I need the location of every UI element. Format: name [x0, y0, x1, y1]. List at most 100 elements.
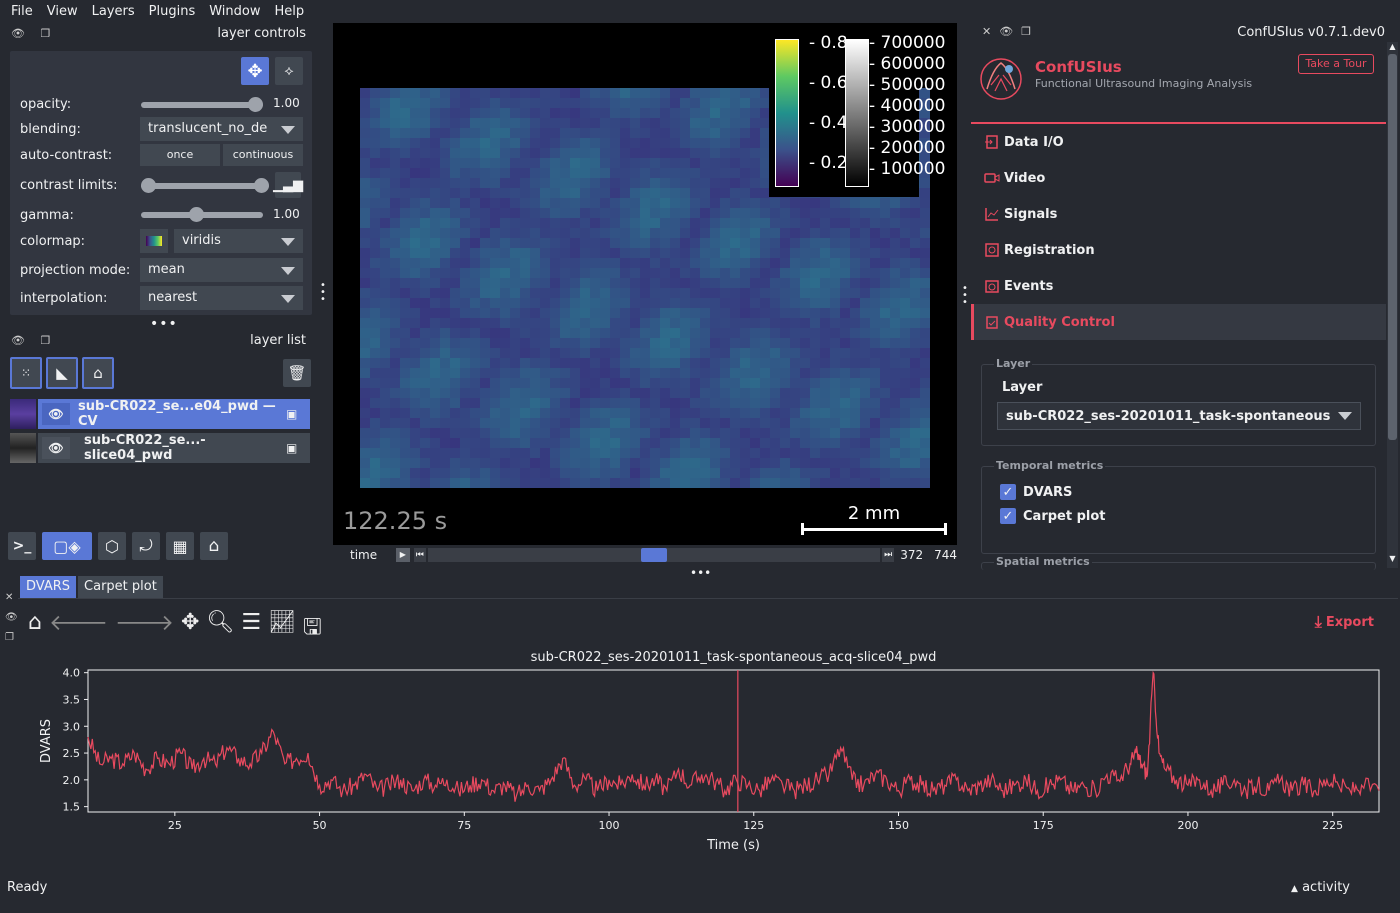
new-labels-layer-button[interactable]: ⌂	[82, 357, 114, 389]
gamma-slider[interactable]	[141, 202, 263, 226]
layer-select[interactable]: sub-CR022_ses-20201011_task-spontaneous	[997, 402, 1361, 430]
dvars-chart[interactable]: sub-CR022_ses-20201011_task-spontaneous_…	[0, 643, 1400, 913]
auto-contrast-once-button[interactable]: once	[140, 144, 220, 166]
colormap-label: colormap:	[20, 233, 86, 249]
nav-quality-control[interactable]: Quality Control	[971, 304, 1386, 340]
registration-icon	[984, 242, 1000, 258]
colorbar-tick-label: - 700000	[869, 33, 946, 53]
projection-mode-label: projection mode:	[20, 262, 131, 278]
grid-button[interactable]: ▦	[166, 532, 194, 560]
vertical-splitter-icon-2[interactable]: • • •	[962, 284, 968, 308]
splitter-handle-icon-2[interactable]: •••	[690, 566, 711, 580]
layer-item-pwd[interactable]: 👁 sub-CR022_se...-slice04_pwd ▣	[10, 433, 310, 463]
menu-window[interactable]: Window	[202, 4, 267, 19]
step-forward-icon[interactable]: ⏭	[882, 548, 895, 562]
menu-plugins[interactable]: Plugins	[142, 4, 203, 19]
nav-video[interactable]: Video	[971, 160, 1386, 196]
transform-icon: ⟡	[284, 63, 294, 79]
points-icon: ⁙	[20, 366, 32, 380]
scrollbar-thumb[interactable]	[1388, 54, 1397, 440]
menu-help[interactable]: Help	[268, 4, 312, 19]
caret-up-icon: ▲	[1291, 884, 1298, 894]
check-icon: ✓	[1000, 484, 1016, 500]
export-button[interactable]: ⤓ Export	[1315, 612, 1374, 632]
vertical-splitter-icon[interactable]: • • •	[320, 281, 326, 305]
x-tick-label: 175	[1033, 819, 1054, 832]
histogram-button[interactable]: ▁▃▆	[273, 172, 303, 198]
confusius-logo	[977, 55, 1027, 103]
clipboard-check-icon	[984, 314, 1000, 330]
cube-icon: ⬡	[105, 536, 119, 556]
tab-dvars[interactable]: DVARS	[20, 576, 77, 598]
carpet-plot-checkbox[interactable]: ✓ Carpet plot	[1000, 508, 1106, 524]
nav-label: Data I/O	[1004, 134, 1064, 150]
eye-icon[interactable]: 👁	[42, 403, 70, 425]
layer-item-cv[interactable]: 👁 sub-CR022_se...e04_pwd — CV ▣	[10, 399, 310, 429]
gamma-row: gamma:	[20, 203, 150, 227]
blending-select[interactable]: translucent_no_de	[140, 117, 303, 141]
eye-icon[interactable]: 👁	[42, 437, 70, 459]
nav-registration[interactable]: Registration	[971, 232, 1386, 268]
y-tick-label: 1.5	[63, 801, 81, 814]
colormap-select[interactable]: viridis	[174, 229, 303, 253]
splitter-handle-icon[interactable]: •••	[150, 316, 178, 332]
menu-layers[interactable]: Layers	[85, 4, 142, 19]
menu-bar: File View Layers Plugins Window Help	[0, 0, 1400, 22]
shapes-icon: ◣	[56, 364, 68, 382]
layer-group-title: Layer	[994, 357, 1033, 370]
total-frames: 744	[934, 548, 957, 562]
tab-carpet-plot[interactable]: Carpet plot	[78, 576, 163, 598]
console-button[interactable]: >_	[8, 532, 36, 560]
play-icon[interactable]: ▶	[395, 548, 410, 562]
home-view-button[interactable]: ⌂	[200, 532, 228, 560]
dock-float-icon[interactable]: 👁 ❐	[11, 27, 56, 40]
x-tick-label: 125	[743, 819, 764, 832]
opacity-label: opacity:	[20, 96, 72, 112]
auto-contrast-continuous-button[interactable]: continuous	[223, 144, 303, 166]
colormap-swatch	[140, 229, 168, 253]
nav-data-io[interactable]: Data I/O	[971, 124, 1386, 160]
temporal-group-title: Temporal metrics	[994, 459, 1106, 472]
interpolation-select[interactable]: nearest	[140, 286, 303, 310]
spatial-group-title: Spatial metrics	[994, 555, 1092, 568]
nav-signals[interactable]: Signals	[971, 196, 1386, 232]
activity-button[interactable]: ▲ activity	[1291, 880, 1350, 895]
roll-dims-button[interactable]: ⬡	[98, 532, 126, 560]
menu-file[interactable]: File	[4, 4, 40, 19]
colorbar-tick-label: - 600000	[869, 54, 946, 74]
brand-name: ConfUSIus	[1035, 58, 1122, 76]
blending-label: blending:	[20, 121, 81, 137]
layer-thumbnail	[10, 399, 36, 429]
label-tag-icon: ⌂	[93, 364, 103, 382]
time-slider[interactable]	[427, 548, 881, 562]
bottom-tabs: DVARS Carpet plot	[20, 576, 165, 598]
contrast-limits-slider[interactable]	[141, 173, 269, 197]
gray-colorbar	[845, 39, 869, 187]
transpose-button[interactable]: ⤾	[132, 532, 160, 560]
take-tour-button[interactable]: Take a Tour	[1298, 54, 1374, 74]
dvars-checkbox[interactable]: ✓ DVARS	[1000, 484, 1072, 500]
new-points-layer-button[interactable]: ⁙	[10, 357, 42, 389]
step-back-icon[interactable]: ⏮	[413, 548, 426, 562]
projection-mode-select[interactable]: mean	[140, 258, 303, 282]
colormap-row: colormap:	[20, 229, 150, 253]
ndisplay-button[interactable]: ▢◈	[42, 532, 92, 560]
image-icon: ▣	[286, 441, 298, 455]
menu-view[interactable]: View	[40, 4, 85, 19]
time-slider-handle[interactable]	[640, 548, 667, 562]
opacity-slider[interactable]	[141, 92, 263, 116]
y-tick-label: 3.0	[63, 720, 81, 733]
new-shapes-layer-button[interactable]: ◣	[46, 357, 78, 389]
transform-button[interactable]: ⟡	[275, 57, 303, 85]
contrast-limits-label: contrast limits:	[20, 177, 118, 193]
delete-layer-button[interactable]: 🗑	[283, 359, 311, 387]
y-axis-label: DVARS	[39, 719, 54, 763]
gamma-label: gamma:	[20, 207, 74, 223]
pan-zoom-button[interactable]: ✥	[241, 57, 269, 85]
dock-float-icon-2[interactable]: 👁 ❐	[11, 334, 56, 347]
current-frame[interactable]: 372	[900, 548, 934, 562]
plugin-scrollbar[interactable]: ▲ ▼	[1387, 42, 1398, 568]
viewer-canvas[interactable]: - 0.8 - 0.6 - 0.4 - 0.2 - 700000- 600000- 5…	[333, 23, 957, 545]
nav-events[interactable]: Events	[971, 268, 1386, 304]
colorbar-tick-label: - 0.2	[809, 153, 848, 173]
